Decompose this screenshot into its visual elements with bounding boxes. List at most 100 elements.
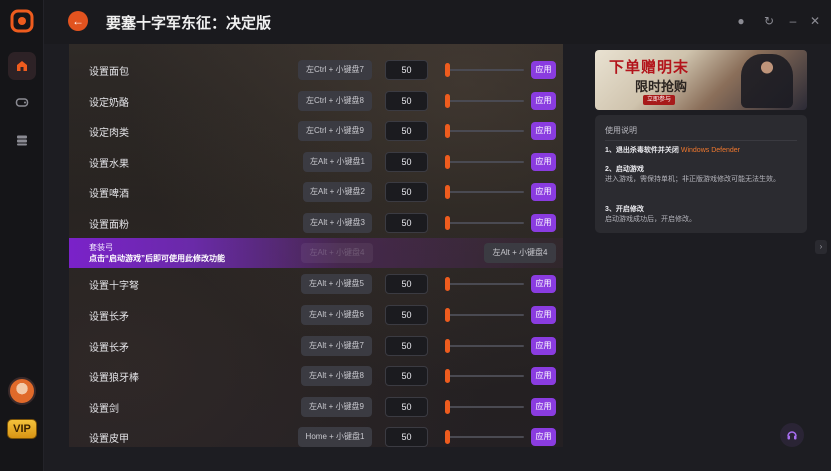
slider-track[interactable]	[445, 283, 524, 285]
banner-feature-name: 套装弓	[89, 243, 113, 252]
apply-button[interactable]: 应用	[531, 398, 556, 416]
instructions-title: 使用说明	[605, 126, 637, 135]
page-title: 要塞十字军东征：决定版	[106, 15, 272, 32]
sidebar-item-games[interactable]	[8, 88, 36, 116]
value-input[interactable]: 50	[385, 152, 428, 172]
step-highlight: Windows Defender	[680, 147, 740, 154]
instruction-step-2: 2、启动游戏 进入游戏，需保持单机；非正版游戏修改可能无法生效。	[605, 165, 800, 185]
hotkey-button[interactable]: 左Alt + 小键盘7	[301, 336, 372, 356]
slider-track[interactable]	[445, 100, 524, 102]
apply-button[interactable]: 应用	[531, 275, 556, 293]
step-desc: 进入游戏，需保持单机；非正版游戏修改可能无法生效。	[605, 176, 780, 183]
step-desc: 启动游戏成功后，开启修改。	[605, 216, 696, 223]
arrow-left-icon: ←	[72, 14, 84, 28]
apply-button[interactable]: 应用	[531, 122, 556, 140]
slider-track[interactable]	[445, 375, 524, 377]
table-row: 设置皮甲 Home + 小键盘1 50 应用	[69, 422, 563, 447]
table-row: 设定奶酪 左Ctrl + 小键盘8 50 应用	[69, 86, 563, 116]
support-button[interactable]	[780, 423, 804, 447]
apply-button[interactable]: 应用	[531, 214, 556, 232]
apply-button[interactable]: 应用	[531, 367, 556, 385]
refresh-icon[interactable]: ↻	[762, 14, 776, 28]
slider-handle[interactable]	[445, 400, 450, 414]
slider-track[interactable]	[445, 222, 524, 224]
table-row: 设置长矛 左Alt + 小键盘7 50 应用	[69, 331, 563, 361]
slider-track[interactable]	[445, 406, 524, 408]
slider-handle[interactable]	[445, 94, 450, 108]
value-input[interactable]: 50	[385, 213, 428, 233]
hotkey-button[interactable]: Home + 小键盘1	[298, 427, 372, 447]
expand-panel-button[interactable]: ›	[815, 240, 827, 254]
hotkey-button[interactable]: 左Ctrl + 小键盘8	[298, 91, 372, 111]
hotkey-button[interactable]: 左Ctrl + 小键盘9	[298, 121, 372, 141]
slider-handle[interactable]	[445, 308, 450, 322]
hotkey-button[interactable]: 左Alt + 小键盘3	[303, 213, 372, 233]
slider-track[interactable]	[445, 191, 524, 193]
row-label: 设定奶酪	[89, 98, 129, 109]
slider-handle[interactable]	[445, 430, 450, 444]
apply-button[interactable]: 应用	[531, 306, 556, 324]
value-input[interactable]: 50	[385, 397, 428, 417]
hotkey-button[interactable]: 左Alt + 小键盘4	[484, 243, 556, 263]
value-input[interactable]: 50	[385, 91, 428, 111]
slider-track[interactable]	[445, 69, 524, 71]
header: ← 要塞十字军东征：决定版 ● ↻ – ✕	[44, 0, 831, 44]
apply-button[interactable]: 应用	[531, 153, 556, 171]
slider-handle[interactable]	[445, 185, 450, 199]
slider-handle[interactable]	[445, 155, 450, 169]
value-input[interactable]: 50	[385, 60, 428, 80]
value-input[interactable]: 50	[385, 427, 428, 447]
slider-handle[interactable]	[445, 124, 450, 138]
back-button[interactable]: ←	[68, 11, 88, 31]
table-row: 设置长矛 左Alt + 小键盘6 50 应用	[69, 300, 563, 330]
row-label: 设置十字弩	[89, 281, 139, 292]
record-icon[interactable]: ●	[734, 14, 748, 28]
hotkey-button[interactable]: 左Alt + 小键盘6	[301, 305, 372, 325]
slider-track[interactable]	[445, 436, 524, 438]
slider-handle[interactable]	[445, 63, 450, 77]
instruction-step-3: 3、开启修改 启动游戏成功后，开启修改。	[605, 205, 800, 225]
apply-button[interactable]: 应用	[531, 61, 556, 79]
banner-notice: 点击“启动游戏”后即可使用此修改功能	[89, 254, 225, 263]
value-input[interactable]: 50	[385, 274, 428, 294]
promo-join-button[interactable]: 立即参与	[643, 95, 675, 105]
slider-handle[interactable]	[445, 216, 450, 230]
slider-track[interactable]	[445, 314, 524, 316]
value-input[interactable]: 50	[385, 305, 428, 325]
promo-title: 下单赠明末	[609, 58, 690, 76]
apply-button[interactable]: 应用	[531, 92, 556, 110]
hotkey-button[interactable]: 左Alt + 小键盘9	[301, 397, 372, 417]
slider-handle[interactable]	[445, 369, 450, 383]
hotkey-button[interactable]: 左Alt + 小键盘2	[303, 182, 372, 202]
vip-badge[interactable]: VIP	[7, 419, 37, 439]
apply-button[interactable]: 应用	[531, 337, 556, 355]
stack-icon	[17, 135, 27, 146]
value-input[interactable]: 50	[385, 366, 428, 386]
slider-handle[interactable]	[445, 339, 450, 353]
slider-track[interactable]	[445, 161, 524, 163]
minimize-icon[interactable]: –	[786, 14, 800, 28]
apply-button[interactable]: 应用	[531, 428, 556, 446]
row-label: 设定肉类	[89, 128, 129, 139]
slider-handle[interactable]	[445, 277, 450, 291]
value-input[interactable]: 50	[385, 182, 428, 202]
user-avatar[interactable]	[8, 377, 36, 405]
sidebar-item-library[interactable]	[8, 126, 36, 154]
table-row: 设置面包 左Ctrl + 小键盘7 50 应用	[69, 55, 563, 85]
hotkey-button[interactable]: 左Ctrl + 小键盘7	[298, 60, 372, 80]
hotkey-button[interactable]: 左Alt + 小键盘1	[303, 152, 372, 172]
promo-banner[interactable]: 下单赠明末 限时抢购 立即参与	[595, 50, 807, 110]
slider-track[interactable]	[445, 345, 524, 347]
slider-track[interactable]	[445, 130, 524, 132]
hotkey-button[interactable]: 左Alt + 小键盘8	[301, 366, 372, 386]
close-icon[interactable]: ✕	[808, 14, 822, 28]
apply-button[interactable]: 应用	[531, 183, 556, 201]
hotkey-button[interactable]: 左Alt + 小键盘5	[301, 274, 372, 294]
value-input[interactable]: 50	[385, 121, 428, 141]
sidebar-item-home[interactable]	[8, 52, 36, 80]
value-input[interactable]: 50	[385, 336, 428, 356]
step-title: 2、启动游戏	[605, 166, 644, 173]
row-label: 设置面粉	[89, 220, 129, 231]
row-label: 设置面包	[89, 67, 129, 78]
table-row: 设置狼牙棒 左Alt + 小键盘8 50 应用	[69, 361, 563, 391]
